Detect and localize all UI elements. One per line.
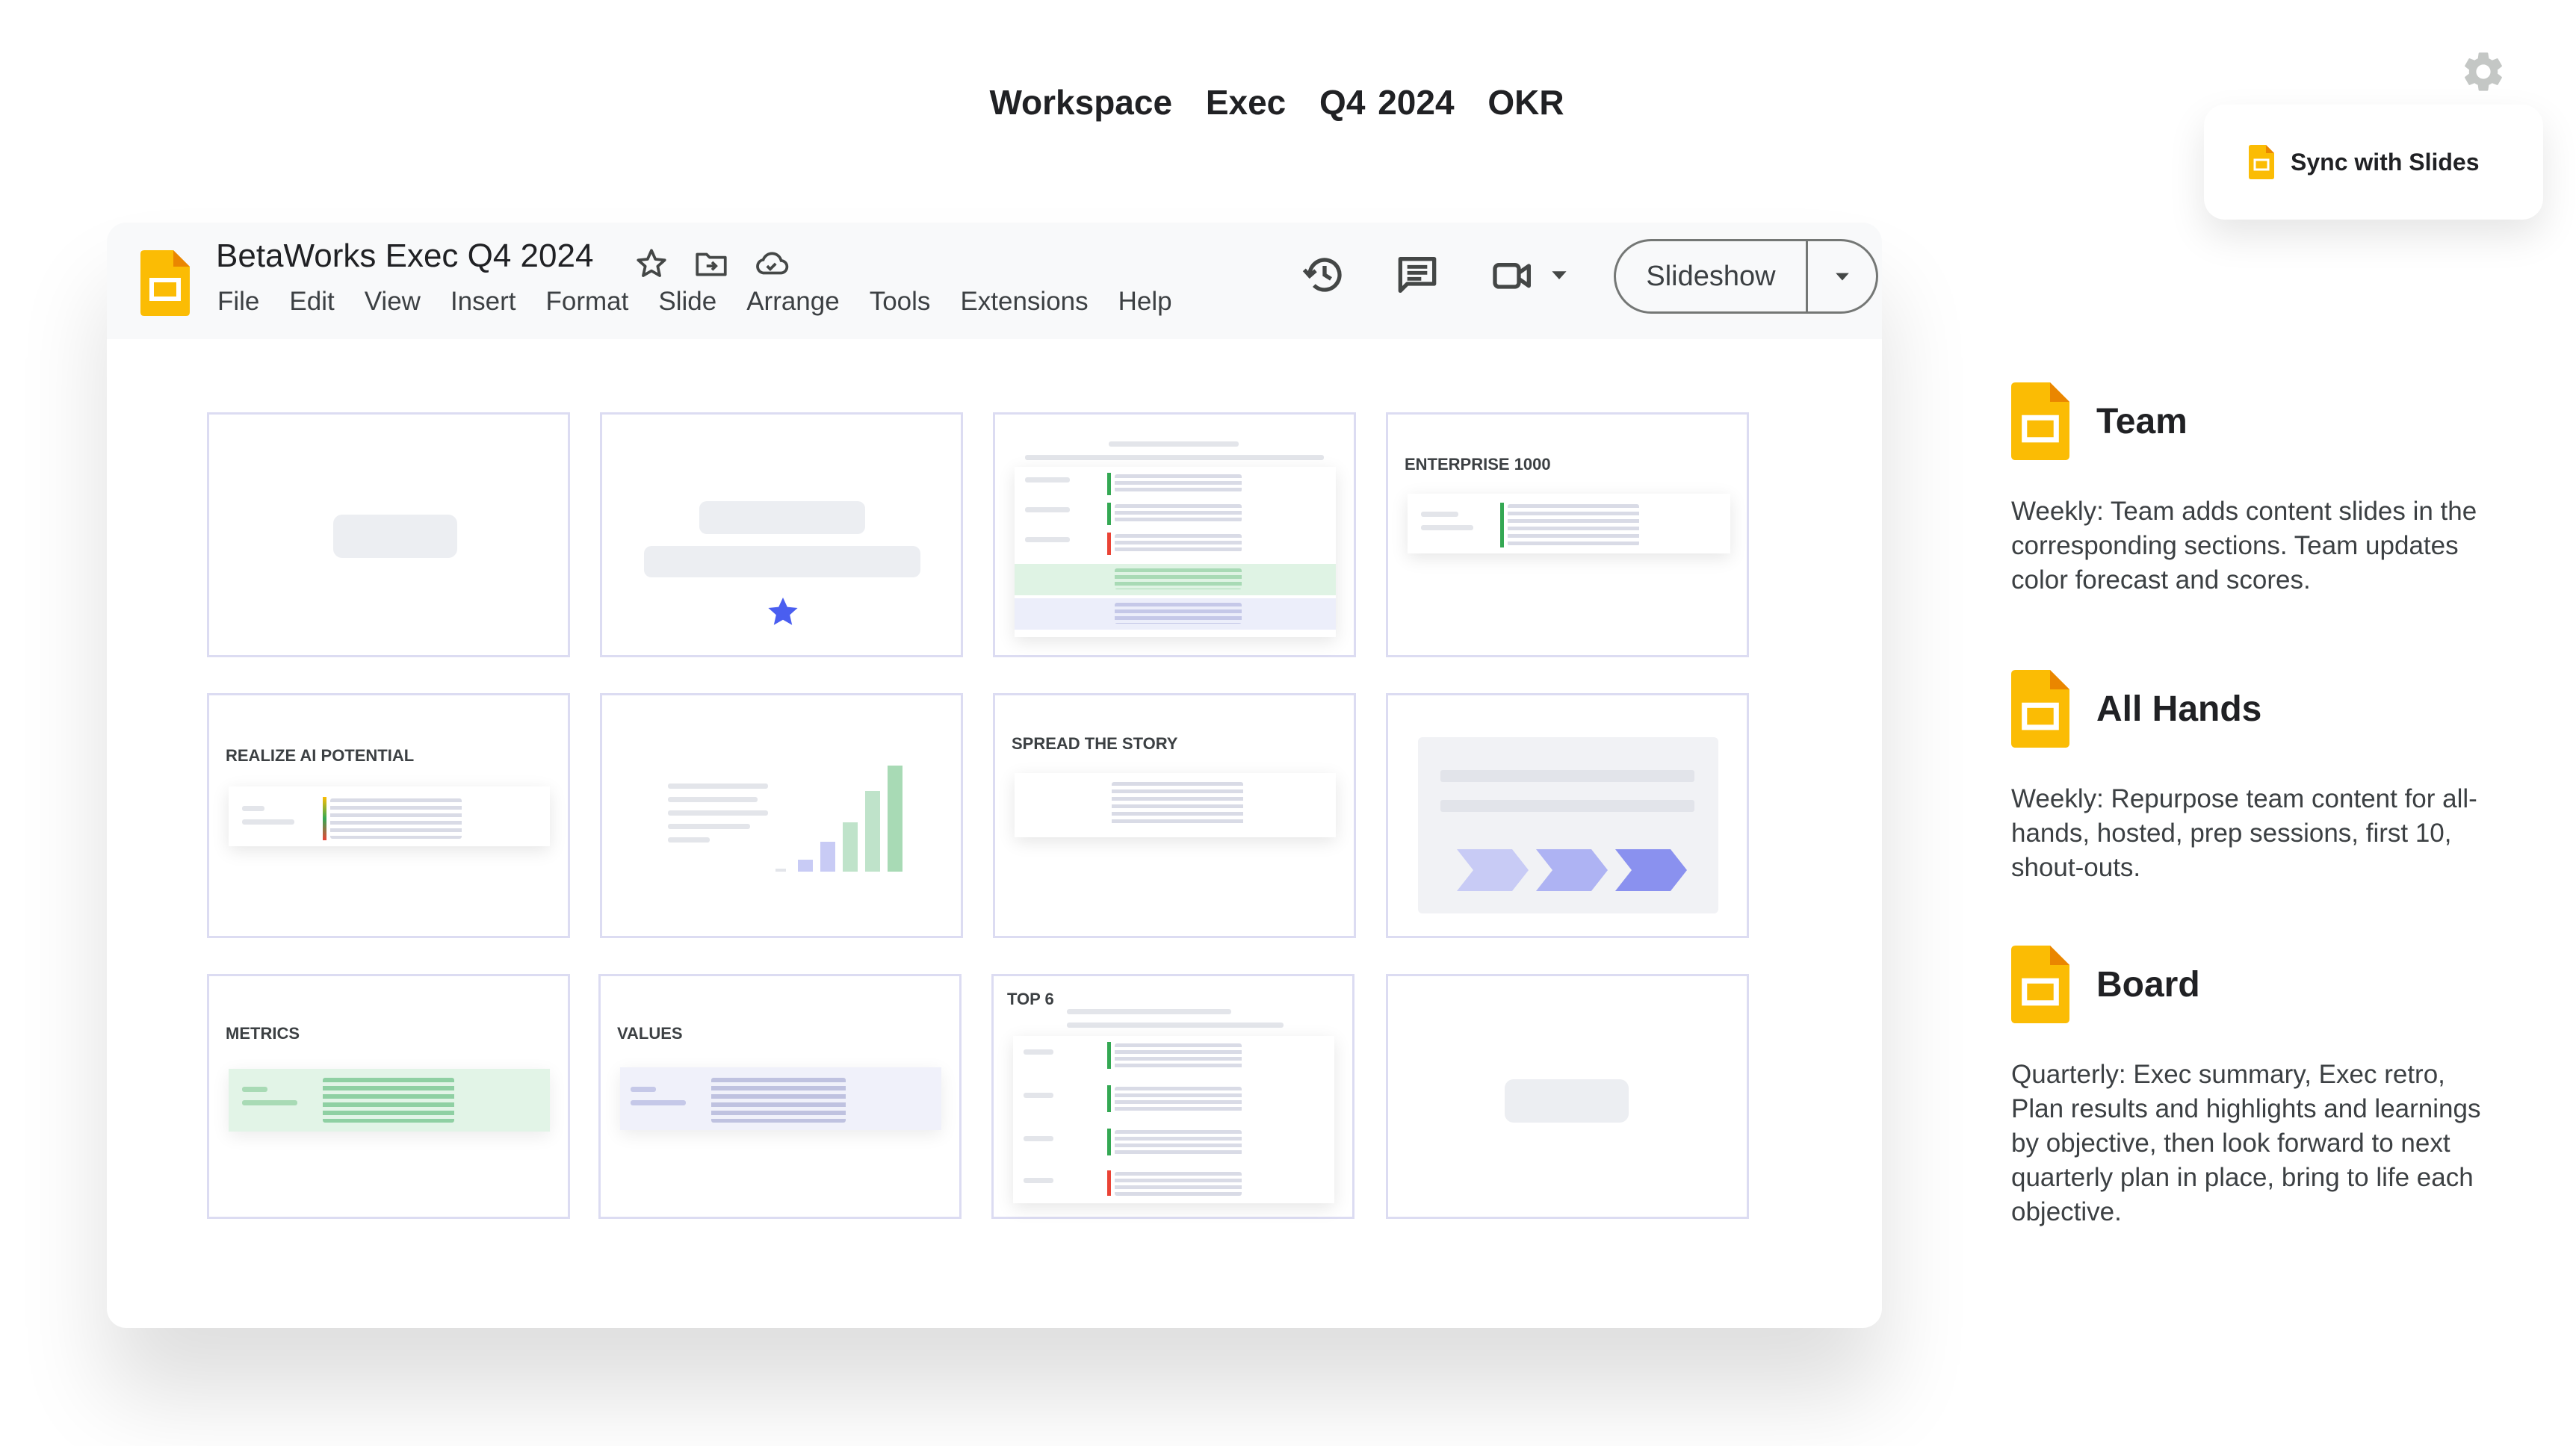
slide-label-values: VALUES	[617, 1024, 683, 1043]
menu-slide[interactable]: Slide	[658, 287, 716, 317]
menu-edit[interactable]: Edit	[289, 287, 334, 317]
menu-tools[interactable]: Tools	[870, 287, 931, 317]
section-description: Weekly: Team adds content slides in the …	[2011, 497, 2477, 595]
app-toolbar: BetaWorks Exec Q4 2024 File Edit View In…	[107, 223, 1882, 339]
slide-thumbnail-11[interactable]: TOP 6	[991, 974, 1354, 1219]
menu-file[interactable]: File	[217, 287, 259, 317]
page-title: Workspace Exec Q4 2024 OKR	[0, 82, 2554, 122]
menu-help[interactable]: Help	[1118, 287, 1172, 317]
slides-logo-icon[interactable]	[140, 250, 190, 316]
slide-thumbnail-8[interactable]	[1386, 693, 1749, 938]
menu-insert[interactable]: Insert	[451, 287, 516, 317]
slide-thumbnail-6[interactable]	[600, 693, 963, 938]
slide-thumbnail-4[interactable]: ENTERPRISE 1000	[1386, 412, 1749, 657]
history-icon[interactable]	[1301, 251, 1349, 299]
sync-with-slides-button[interactable]: Sync with Slides	[2204, 105, 2543, 220]
process-chevrons	[1457, 849, 1687, 891]
menu-arrange[interactable]: Arrange	[746, 287, 840, 317]
slide-label-metrics: METRICS	[226, 1024, 300, 1043]
slide-thumbnail-7[interactable]: SPREAD THE STORY	[993, 693, 1356, 938]
slide-thumbnail-1[interactable]	[207, 412, 570, 657]
slides-app-window: BetaWorks Exec Q4 2024 File Edit View In…	[107, 223, 1882, 1328]
star-icon	[768, 598, 798, 625]
slide-thumbnail-3[interactable]	[993, 412, 1356, 657]
title-word-quarter: Q4 2024	[1319, 83, 1455, 122]
video-call-icon[interactable]	[1489, 251, 1537, 299]
slide-thumbnail-12[interactable]	[1386, 974, 1749, 1219]
section-board: Board Quarterly: Exec summary, Exec retr…	[2011, 946, 2504, 1229]
title-word-okr: OKR	[1487, 83, 1564, 122]
slides-icon	[2249, 145, 2274, 179]
slide-thumbnail-10[interactable]: VALUES	[598, 974, 962, 1219]
gear-icon[interactable]	[2459, 48, 2507, 96]
menu-view[interactable]: View	[365, 287, 421, 317]
slide-thumbnail-5[interactable]: REALIZE AI POTENTIAL	[207, 693, 570, 938]
slide-thumbnail-9[interactable]: METRICS	[207, 974, 570, 1219]
cloud-icon[interactable]	[749, 245, 793, 282]
slideshow-dropdown[interactable]	[1808, 241, 1876, 311]
move-folder-icon[interactable]	[690, 245, 733, 282]
section-title: Board	[2096, 964, 2200, 1005]
comment-icon[interactable]	[1393, 251, 1441, 299]
section-title: All Hands	[2096, 689, 2262, 729]
slide-label-enterprise: ENTERPRISE 1000	[1405, 455, 1551, 474]
title-word-exec: Exec	[1205, 83, 1287, 122]
video-dropdown-icon[interactable]	[1549, 266, 1570, 284]
slideshow-label[interactable]: Slideshow	[1616, 241, 1808, 311]
dropdown-arrow-icon	[1835, 273, 1849, 281]
menu-format[interactable]: Format	[546, 287, 629, 317]
slide-thumbnail-2[interactable]	[600, 412, 963, 657]
section-title: Team	[2096, 401, 2188, 441]
slide-label-realize-ai: REALIZE AI POTENTIAL	[226, 746, 415, 765]
slides-icon	[2011, 670, 2069, 748]
document-title[interactable]: BetaWorks Exec Q4 2024	[216, 238, 593, 275]
slides-icon	[2011, 382, 2069, 460]
section-all-hands: All Hands Weekly: Repurpose team content…	[2011, 670, 2504, 885]
title-word-workspace: Workspace	[989, 83, 1173, 122]
section-description: Weekly: Repurpose team content for all-h…	[2011, 784, 2477, 882]
slides-icon	[2011, 946, 2069, 1023]
slide-label-spread-story: SPREAD THE STORY	[1012, 734, 1178, 753]
section-team: Team Weekly: Team adds content slides in…	[2011, 382, 2504, 598]
slide-label-top6: TOP 6	[1007, 990, 1054, 1008]
section-description: Quarterly: Exec summary, Exec retro, Pla…	[2011, 1060, 2481, 1226]
star-icon[interactable]	[630, 245, 673, 282]
sync-with-slides-label: Sync with Slides	[2291, 148, 2480, 176]
slideshow-button[interactable]: Slideshow	[1614, 239, 1878, 314]
menu-extensions[interactable]: Extensions	[960, 287, 1088, 317]
menu-bar: File Edit View Insert Format Slide Arran…	[217, 287, 1202, 317]
